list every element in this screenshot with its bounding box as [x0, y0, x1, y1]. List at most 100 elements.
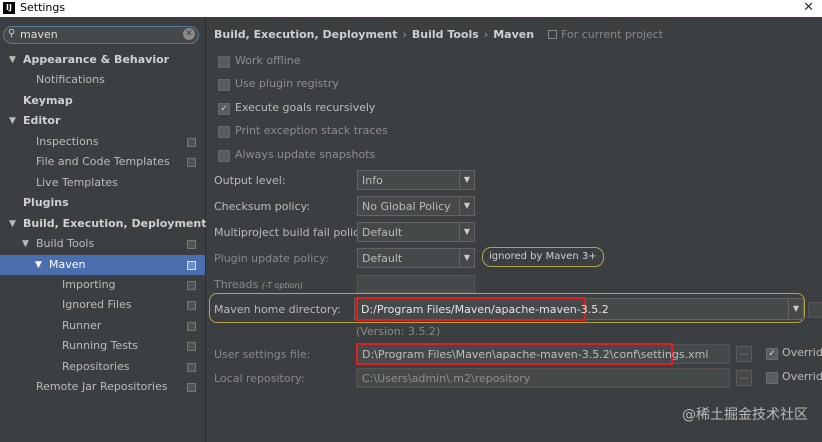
tree-item-editor[interactable]: ▼ Editor — [0, 111, 205, 131]
tree-item-build-execution-deployment[interactable]: ▼ Build, Execution, Deployment — [0, 214, 206, 234]
output-level-select[interactable]: Info ▼ — [357, 170, 475, 190]
project-scope-icon — [187, 138, 196, 147]
checkbox-label: Use plugin registry — [235, 77, 339, 90]
settings-search-box[interactable]: ⚲ ✕ — [3, 26, 199, 44]
check-icon[interactable]: ✓ — [766, 348, 778, 360]
tree-item-build-tools[interactable]: ▼ Build Tools — [0, 234, 205, 254]
checkbox-box[interactable] — [218, 150, 230, 162]
tree-label: Plugins — [23, 196, 69, 209]
select-value: Default — [362, 226, 403, 239]
local-repository-browse-button[interactable]: ... — [736, 370, 752, 386]
tree-item-live-templates[interactable]: Live Templates — [0, 173, 205, 193]
checksum-policy-label: Checksum policy: — [214, 200, 311, 213]
tree-item-maven[interactable]: ▼ Maven — [0, 255, 205, 275]
project-scope-icon — [187, 342, 196, 351]
tree-item-repositories[interactable]: Repositories — [0, 357, 205, 377]
tree-label: Build Tools — [36, 237, 95, 250]
checkbox-label: Work offline — [235, 54, 301, 67]
expand-arrow-icon[interactable]: ▼ — [22, 234, 29, 254]
ignored-by-maven3-badge: ignored by Maven 3+ — [482, 247, 604, 267]
maven-home-directory-value[interactable]: D:/Program Files/Maven/apache-maven-3.5.… — [361, 303, 609, 316]
checksum-policy-select[interactable]: No Global Policy ▼ — [357, 196, 475, 216]
tree-label: File and Code Templates — [36, 155, 170, 168]
tree-item-runner[interactable]: Runner — [0, 316, 205, 336]
expand-arrow-icon[interactable]: ▼ — [9, 214, 16, 234]
checkbox-box[interactable] — [218, 126, 230, 138]
tree-label: Importing — [62, 278, 116, 291]
tree-item-appearance-behavior[interactable]: ▼ Appearance & Behavior — [0, 50, 205, 70]
tree-label: Editor — [23, 114, 61, 127]
threads-hint: (-T option) — [261, 281, 303, 290]
dropdown-arrow-icon[interactable]: ▼ — [459, 223, 474, 241]
window-titlebar: IJ Settings ✕ — [0, 0, 822, 17]
plugin-update-policy-label: Plugin update policy: — [214, 252, 329, 265]
expand-arrow-icon[interactable]: ▼ — [35, 255, 42, 275]
project-scope-icon — [187, 240, 196, 249]
plugin-update-policy-select[interactable]: Default ▼ — [357, 248, 475, 268]
maven-home-directory-label: Maven home directory: — [214, 303, 341, 316]
override-label: Override — [782, 370, 822, 383]
project-scope-icon — [187, 301, 196, 310]
tree-label: Remote Jar Repositories — [36, 380, 168, 393]
project-scope-icon — [187, 261, 196, 270]
project-scope-icon — [187, 383, 196, 392]
tree-label: Runner — [62, 319, 102, 332]
tree-item-notifications[interactable]: Notifications — [0, 70, 205, 90]
user-settings-browse-button[interactable]: ... — [736, 346, 752, 362]
tree-label: Inspections — [36, 135, 99, 148]
breadcrumb-separator: › — [402, 28, 407, 41]
threads-label-text: Threads — [214, 278, 259, 291]
expand-arrow-icon[interactable]: ▼ — [9, 111, 16, 131]
multiproject-fail-policy-select[interactable]: Default ▼ — [357, 222, 475, 242]
close-window-icon[interactable]: ✕ — [803, 0, 814, 15]
threads-input[interactable] — [357, 275, 475, 293]
tree-label: Ignored Files — [62, 298, 132, 311]
tree-item-keymap[interactable]: Keymap — [0, 91, 205, 111]
breadcrumb-build-tools[interactable]: Build Tools — [412, 28, 479, 41]
output-level-label: Output level: — [214, 174, 286, 187]
check-icon[interactable]: ✓ — [218, 103, 230, 115]
select-value: Default — [362, 252, 403, 265]
multiproject-fail-policy-label: Multiproject build fail policy: — [214, 226, 369, 239]
search-icon: ⚲ — [8, 28, 16, 39]
for-current-project-note: For current project — [548, 28, 663, 41]
tree-label: Notifications — [36, 73, 105, 86]
tree-item-inspections[interactable]: Inspections — [0, 132, 205, 152]
checkbox-label: Always update snapshots — [235, 148, 376, 161]
checkbox-box[interactable] — [766, 372, 778, 384]
override-label: Override — [782, 346, 822, 359]
local-repository-label: Local repository: — [214, 372, 305, 385]
user-settings-file-value[interactable]: D:\Program Files\Maven\apache-maven-3.5.… — [362, 348, 708, 361]
dropdown-arrow-icon[interactable]: ▼ — [459, 171, 474, 189]
dropdown-arrow-icon[interactable]: ▼ — [459, 197, 474, 215]
breadcrumb-build-execution-deployment[interactable]: Build, Execution, Deployment — [214, 28, 397, 41]
user-settings-file-label: User settings file: — [214, 348, 311, 361]
checkbox-box[interactable] — [218, 79, 230, 91]
expand-arrow-icon[interactable]: ▼ — [9, 50, 16, 70]
dropdown-arrow-icon[interactable]: ▼ — [459, 249, 474, 267]
tree-label: Running Tests — [62, 339, 138, 352]
maven-home-browse-button[interactable] — [808, 302, 822, 318]
select-value: Info — [362, 174, 383, 187]
checkbox-box[interactable] — [218, 56, 230, 68]
tree-item-plugins[interactable]: Plugins — [0, 193, 205, 213]
local-repository-value[interactable]: C:\Users\admin\.m2\repository — [362, 372, 530, 385]
tree-item-ignored-files[interactable]: Ignored Files — [0, 295, 205, 315]
dropdown-arrow-icon[interactable]: ▼ — [788, 299, 803, 319]
maven-settings-panel: Build, Execution, Deployment › Build Tools… — [206, 17, 822, 442]
tree-label: Repositories — [62, 360, 130, 373]
tree-item-remote-jar-repositories[interactable]: Remote Jar Repositories — [0, 377, 205, 397]
settings-search-input[interactable] — [20, 28, 170, 41]
threads-label: Threads (-T option) — [214, 278, 303, 291]
maven-version-text: (Version: 3.5.2) — [356, 325, 441, 338]
breadcrumb: Build, Execution, Deployment › Build Tools… — [214, 28, 663, 41]
for-current-project-label: For current project — [561, 28, 664, 41]
tree-item-file-code-templates[interactable]: File and Code Templates — [0, 152, 205, 172]
project-scope-icon — [187, 281, 196, 290]
tree-item-running-tests[interactable]: Running Tests — [0, 336, 205, 356]
intellij-app-icon: IJ — [3, 2, 15, 14]
breadcrumb-separator: › — [483, 28, 489, 41]
watermark-text: @稀土掘金技术社区 — [682, 407, 808, 423]
clear-search-icon[interactable]: ✕ — [183, 28, 195, 40]
tree-item-importing[interactable]: Importing — [0, 275, 205, 295]
